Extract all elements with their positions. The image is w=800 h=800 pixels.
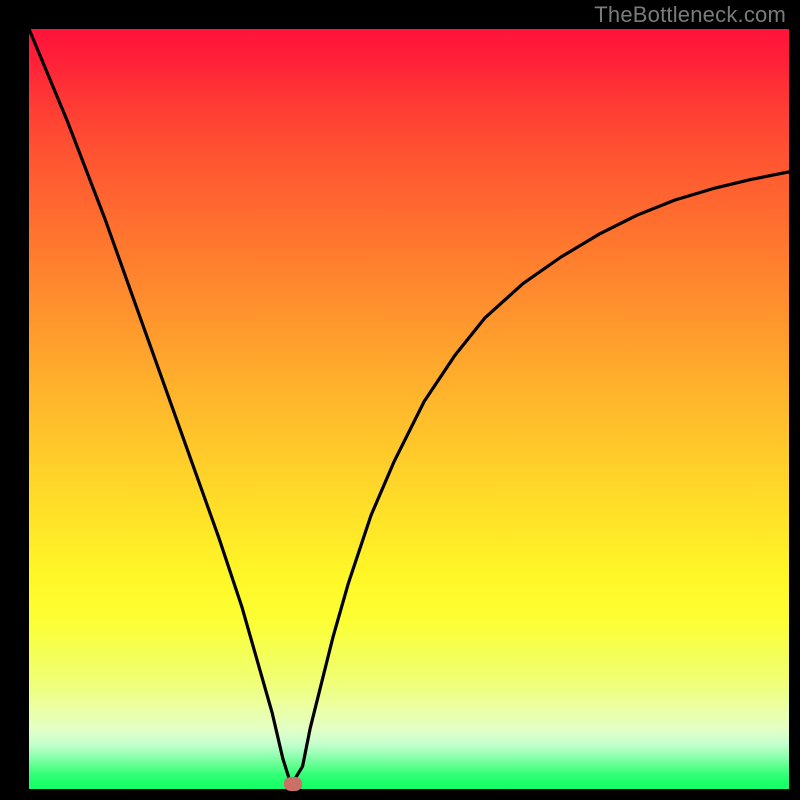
watermark-text: TheBottleneck.com: [594, 2, 786, 28]
stage: TheBottleneck.com: [0, 0, 800, 800]
plot-background-gradient: [29, 29, 789, 789]
optimal-point-marker: [284, 777, 302, 791]
